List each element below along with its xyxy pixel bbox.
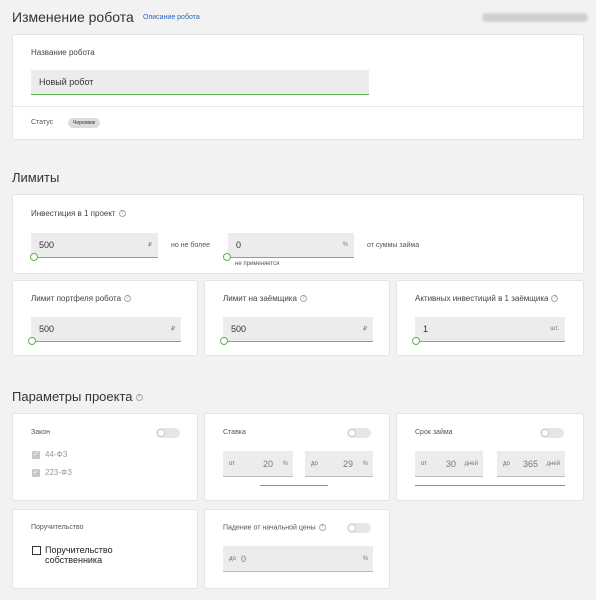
term-range-bar <box>415 485 565 486</box>
robot-description-link[interactable]: Описание робота <box>143 14 200 21</box>
investment-amount-input[interactable]: 500 ₽ <box>31 233 158 258</box>
rate-range-bar <box>260 485 328 486</box>
guarantee-option-label: Поручительство собственника <box>45 545 113 565</box>
page-title: Изменение робота <box>12 9 134 25</box>
rate-from-input[interactable]: от 20 % <box>223 451 293 477</box>
guarantee-card: Поручительство Поручительство собственни… <box>12 509 198 589</box>
connector-text: но не более <box>171 242 211 249</box>
term-from-input[interactable]: от 30 дней <box>415 451 483 477</box>
active-slider-handle[interactable] <box>412 337 420 345</box>
term-toggle[interactable] <box>540 428 564 438</box>
law-toggle[interactable] <box>156 428 180 438</box>
price-drop-label: Падение от начальной цены? <box>223 524 326 531</box>
percent-slider-handle[interactable] <box>223 253 231 261</box>
rate-to-input[interactable]: до 29 % <box>305 451 373 477</box>
portfolio-limit-input[interactable]: 500 ₽ <box>31 317 181 342</box>
limits-title: Лимиты <box>12 170 60 185</box>
rate-toggle[interactable] <box>347 428 371 438</box>
price-drop-input[interactable]: до 0 % <box>223 546 373 572</box>
law-44-label: 44-ФЗ <box>45 450 68 459</box>
investment-percent-input[interactable]: 0 % <box>228 233 354 258</box>
portfolio-limit-label: Лимит портфеля робота? <box>31 294 132 303</box>
active-investments-label: Активных инвестиций в 1 заёмщика? <box>415 294 559 303</box>
investment-slider-handle[interactable] <box>30 253 38 261</box>
info-icon[interactable]: ? <box>299 295 307 303</box>
robot-name-input[interactable]: Новый робот <box>31 70 369 95</box>
percent-hint: не применяется <box>235 261 280 267</box>
law-label: Закон <box>31 429 51 436</box>
law-223-label: 223-ФЗ <box>45 468 72 477</box>
law-card: Закон ✓ 44-ФЗ ✓ 223-ФЗ <box>12 413 198 501</box>
info-icon[interactable]: ? <box>124 295 132 303</box>
rate-label: Ставка <box>223 429 246 436</box>
name-card-divider <box>13 106 583 107</box>
user-name-blurred <box>482 13 588 22</box>
info-icon[interactable]: ? <box>551 295 559 303</box>
active-investments-input[interactable]: 1 шт. <box>415 317 565 342</box>
borrower-limit-card: Лимит на заёмщика? 500 ₽ <box>204 280 390 356</box>
law-44-checkbox[interactable]: ✓ <box>32 451 40 459</box>
term-label: Срок займа <box>415 429 453 436</box>
status-badge: Черновик <box>68 118 101 128</box>
term-to-input[interactable]: до 365 дней <box>497 451 565 477</box>
info-icon[interactable]: ? <box>318 524 326 531</box>
robot-name-label: Название робота <box>31 48 95 57</box>
borrower-limit-input[interactable]: 500 ₽ <box>223 317 373 342</box>
robot-name-card: Название робота Новый робот Статус Черно… <box>12 34 584 140</box>
borrower-slider-handle[interactable] <box>220 337 228 345</box>
percent-suffix: от суммы займа <box>367 242 420 249</box>
params-title: Параметры проекта? <box>12 389 143 404</box>
info-icon[interactable]: ? <box>118 210 126 218</box>
price-drop-toggle[interactable] <box>347 523 371 533</box>
borrower-limit-label: Лимит на заёмщика? <box>223 294 307 303</box>
investment-label: Инвестиция в 1 проект? <box>31 209 126 218</box>
active-investments-card: Активных инвестиций в 1 заёмщика? 1 шт. <box>396 280 584 356</box>
term-card: Срок займа от 30 дней до 365 дней <box>396 413 584 501</box>
law-223-checkbox[interactable]: ✓ <box>32 469 40 477</box>
info-icon[interactable]: ? <box>135 394 143 402</box>
price-drop-card: Падение от начальной цены? до 0 % <box>204 509 390 589</box>
rate-card: Ставка от 20 % до 29 % <box>204 413 390 501</box>
status-label: Статус <box>31 119 54 126</box>
investment-card: Инвестиция в 1 проект? 500 ₽ но не более… <box>12 194 584 274</box>
portfolio-limit-card: Лимит портфеля робота? 500 ₽ <box>12 280 198 356</box>
guarantee-checkbox[interactable] <box>32 546 41 555</box>
guarantee-label: Поручительство <box>31 524 84 531</box>
portfolio-slider-handle[interactable] <box>28 337 36 345</box>
